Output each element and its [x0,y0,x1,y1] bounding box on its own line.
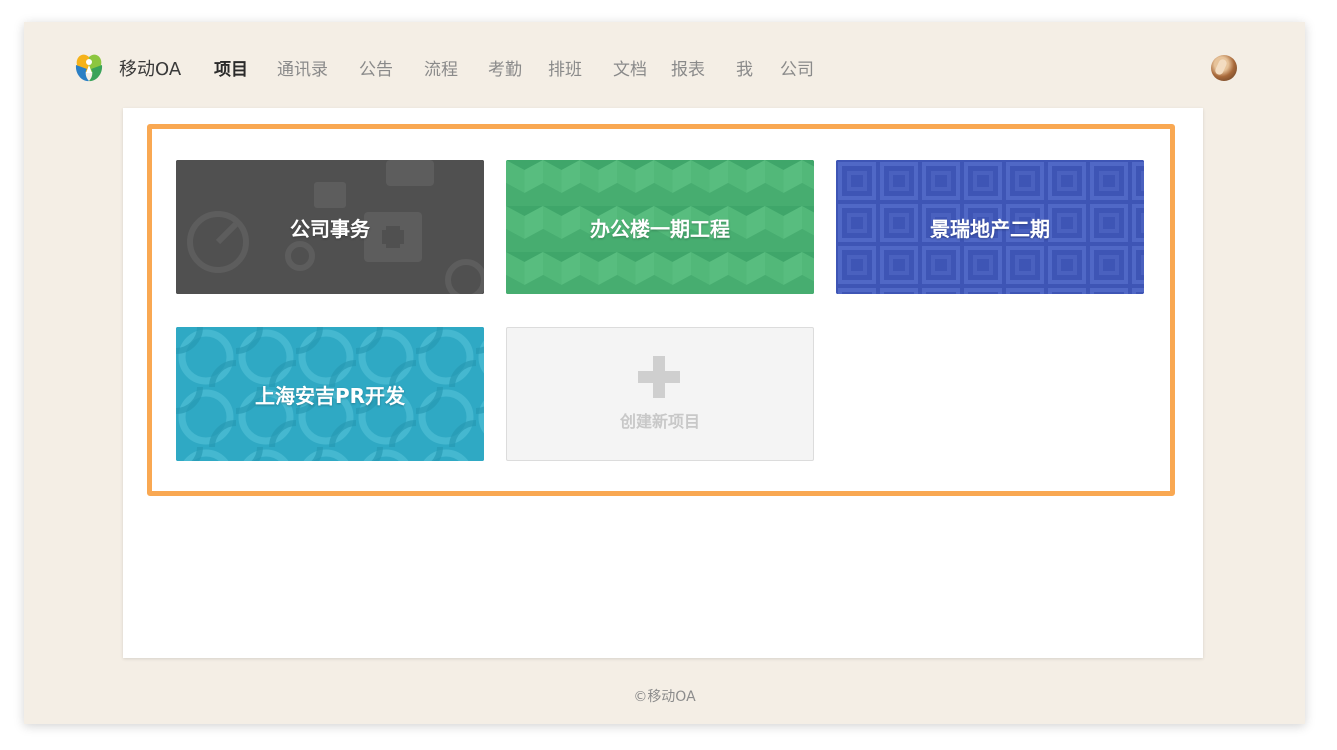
nav-item-workflow[interactable]: 流程 [424,55,458,80]
footer-copyright: ©移动OA [633,689,696,705]
project-card-company-affairs[interactable]: 公司事务 [176,160,484,294]
nav-item-company[interactable]: 公司 [780,55,814,80]
leaf-logo-icon[interactable] [73,51,105,83]
project-title: 办公楼一期工程 [590,216,730,241]
project-card-office-building[interactable]: 办公楼一期工程 [506,160,814,294]
nav-item-scheduling[interactable]: 排班 [548,55,582,80]
nav-item-announcements[interactable]: 公告 [359,55,393,80]
app-name[interactable]: 移动OA [119,55,181,81]
create-project-button[interactable]: 创建新项目 [506,327,814,461]
project-card-jingrui-real-estate[interactable]: 景瑞地产二期 [836,160,1144,294]
nav-item-contacts[interactable]: 通讯录 [277,55,328,80]
project-title: 景瑞地产二期 [930,216,1050,241]
nav-item-documents[interactable]: 文档 [613,55,647,80]
project-title: 公司事务 [290,216,370,241]
plus-icon [638,356,680,398]
project-title: 上海安吉PR开发 [254,383,406,408]
create-project-label: 创建新项目 [619,412,700,431]
nav-item-reports[interactable]: 报表 [671,55,705,80]
nav-item-projects[interactable]: 项目 [214,55,248,80]
nav-item-me[interactable]: 我 [736,55,753,80]
nav-item-attendance[interactable]: 考勤 [488,55,522,80]
top-navigation-bar: 移动OA 项目 通讯录 公告 流程 考勤 排班 文档 报表 我 公司 [24,22,1305,108]
project-card-shanghai-anji-pr[interactable]: 上海安吉PR开发 [176,327,484,461]
projects-panel: 公司事务 办公楼一期工程 景瑞地产二期 上海安吉PR开发 创建新项目 [123,108,1203,658]
user-avatar[interactable] [1211,55,1237,81]
app-frame: 移动OA 项目 通讯录 公告 流程 考勤 排班 文档 报表 我 公司 公司事务 … [24,22,1305,724]
